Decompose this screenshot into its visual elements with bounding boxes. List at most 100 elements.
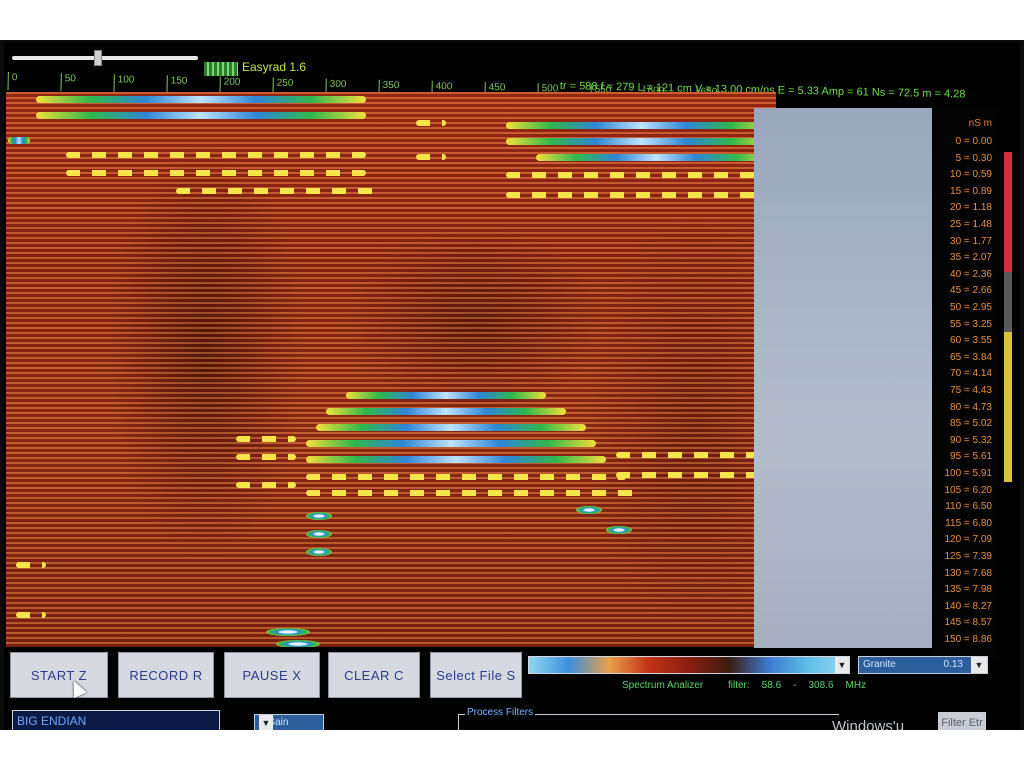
material-value: 0.13 <box>943 659 963 670</box>
target-reflection <box>276 640 320 647</box>
chevron-down-icon[interactable]: ▼ <box>835 657 849 673</box>
start-button[interactable]: START Z <box>10 652 108 698</box>
hyperbola-band <box>326 408 566 415</box>
reflection-dashes <box>306 474 626 480</box>
endian-field[interactable]: BIG ENDIAN <box>12 710 220 730</box>
depth-scale: nS m 0 = 0.00 5 = 0.30 10 = 0.59 15 = 0.89 2… <box>932 110 998 658</box>
filter-high: 308.6 <box>808 680 834 691</box>
depth-scale-row: 150 = 8.86 <box>944 634 992 645</box>
reflection-dashes <box>16 562 46 568</box>
reflection-band <box>536 154 776 161</box>
reflection-dashes <box>616 472 766 478</box>
depth-scale-row: 40 = 2.36 <box>950 268 992 280</box>
chevron-down-icon[interactable]: ▼ <box>971 657 987 673</box>
reflection-band <box>506 138 776 145</box>
radargram-view[interactable] <box>6 92 776 647</box>
depth-color-bar <box>1004 332 1012 482</box>
empty-trace-area <box>754 108 932 648</box>
chevron-down-icon[interactable]: ▼ <box>259 715 273 730</box>
reflection-dashes <box>16 612 46 618</box>
reflection-dashes <box>416 120 446 126</box>
reflection-dashes <box>236 454 296 460</box>
reflection-dashes <box>176 188 376 194</box>
ruler-tick: 100 <box>113 74 135 93</box>
depth-scale-row: 25 = 1.48 <box>950 219 992 230</box>
ruler-tick-label: 200 <box>223 76 241 88</box>
target-reflection <box>266 628 310 636</box>
depth-scale-row: 0 = 0.00 <box>955 136 992 147</box>
position-slider[interactable] <box>12 56 198 60</box>
material-select[interactable]: Granite 0.13 ▼ <box>858 656 988 674</box>
ruler-tick: 50 <box>60 73 76 92</box>
material-name: Granite <box>863 659 896 670</box>
filter-readout: filter: 58.6-308.6 MHz <box>728 680 878 691</box>
filter-button[interactable]: Filter Etr <box>938 712 986 730</box>
depth-color-bar <box>1004 272 1012 332</box>
depth-scale-row: 30 = 1.77 <box>950 235 992 247</box>
reflection-band <box>36 112 366 119</box>
reflection-band <box>36 96 366 103</box>
hyperbola-band <box>346 392 546 399</box>
color-palette-select[interactable]: ▼ <box>528 656 850 674</box>
reflection-band <box>506 122 776 129</box>
depth-scale-row: 45 = 2.66 <box>950 285 992 297</box>
ruler-tick-label: 150 <box>170 75 188 87</box>
easyrad-window: Easyrad 1.6 0 50 100 150 200 250 300 350 400 450 5… <box>4 42 1020 730</box>
ruler-tick-label: 350 <box>382 79 400 92</box>
depth-scale-row: 55 = 3.25 <box>950 318 992 330</box>
depth-scale-row: 50 = 2.95 <box>950 302 992 313</box>
ruler-tick-label: 50 <box>64 73 76 85</box>
depth-color-bar <box>1004 152 1012 272</box>
clear-button[interactable]: CLEAR C <box>328 652 420 698</box>
depth-scale-row: 5 = 0.30 <box>955 152 992 164</box>
ruler-tick: 150 <box>166 75 188 94</box>
depth-scale-row: 90 = 5.32 <box>950 434 992 446</box>
pause-button[interactable]: PAUSE X <box>224 652 320 698</box>
depth-scale-row: 60 = 3.55 <box>950 335 992 347</box>
filter-separator: - <box>793 680 797 691</box>
reflection-dashes <box>616 452 766 458</box>
depth-scale-row: 65 = 3.84 <box>950 351 992 363</box>
depth-scale-row: 20 = 1.18 <box>950 202 992 214</box>
target-reflection <box>306 530 332 538</box>
depth-scale-row: 125 = 7.39 <box>944 551 992 562</box>
gain-select[interactable]: 3 Gain ▼ <box>254 714 324 730</box>
depth-scale-row: 70 = 4.14 <box>950 368 992 380</box>
reflection-dashes <box>66 170 366 176</box>
target-reflection <box>606 526 632 534</box>
ruler-tick-label: 400 <box>435 80 453 93</box>
reflection-dashes <box>506 172 776 178</box>
reflection-dashes <box>236 436 296 442</box>
hyperbola-band <box>306 456 606 463</box>
monitor-photo: Easyrad 1.6 0 50 100 150 200 250 300 350 400 450 5… <box>0 40 1024 730</box>
reflection-dashes <box>236 482 296 488</box>
select-file-button[interactable]: Select File S <box>430 652 522 698</box>
target-reflection <box>306 512 332 520</box>
depth-scale-row: 110 = 6.50 <box>945 501 992 513</box>
ruler-tick: 0 <box>7 71 17 91</box>
hyperbola-band <box>306 440 596 447</box>
record-button[interactable]: RECORD R <box>118 652 214 698</box>
depth-scale-row: 95 = 5.61 <box>950 451 992 463</box>
position-slider-thumb[interactable] <box>94 50 102 66</box>
endian-label: BIG ENDIAN <box>17 714 87 728</box>
ruler-tick-label: 100 <box>117 74 135 86</box>
reflection-dashes <box>306 490 636 496</box>
depth-scale-row: 140 = 8.27 <box>944 600 992 612</box>
process-filters-group: Process Filters <box>458 707 839 730</box>
reflection-band <box>8 137 30 144</box>
depth-scale-row: 80 = 4.73 <box>950 401 992 413</box>
ruler-tick-label: 250 <box>276 77 294 89</box>
depth-scale-row: 135 = 7.98 <box>944 584 992 596</box>
ruler-tick-label: 0 <box>11 72 18 84</box>
depth-scale-row: 130 = 7.68 <box>944 567 992 579</box>
depth-scale-row: 15 = 0.89 <box>950 185 992 197</box>
depth-scale-row: 115 = 6.80 <box>945 517 992 529</box>
depth-scale-header: nS m <box>968 118 992 129</box>
windows-activation-watermark: Windows'u <box>832 718 905 730</box>
reflection-dashes <box>416 154 446 160</box>
reflection-dashes <box>66 152 366 158</box>
target-reflection <box>306 548 332 556</box>
depth-scale-row: 105 = 6.20 <box>944 484 992 496</box>
depth-scale-row: 10 = 0.59 <box>950 169 992 181</box>
